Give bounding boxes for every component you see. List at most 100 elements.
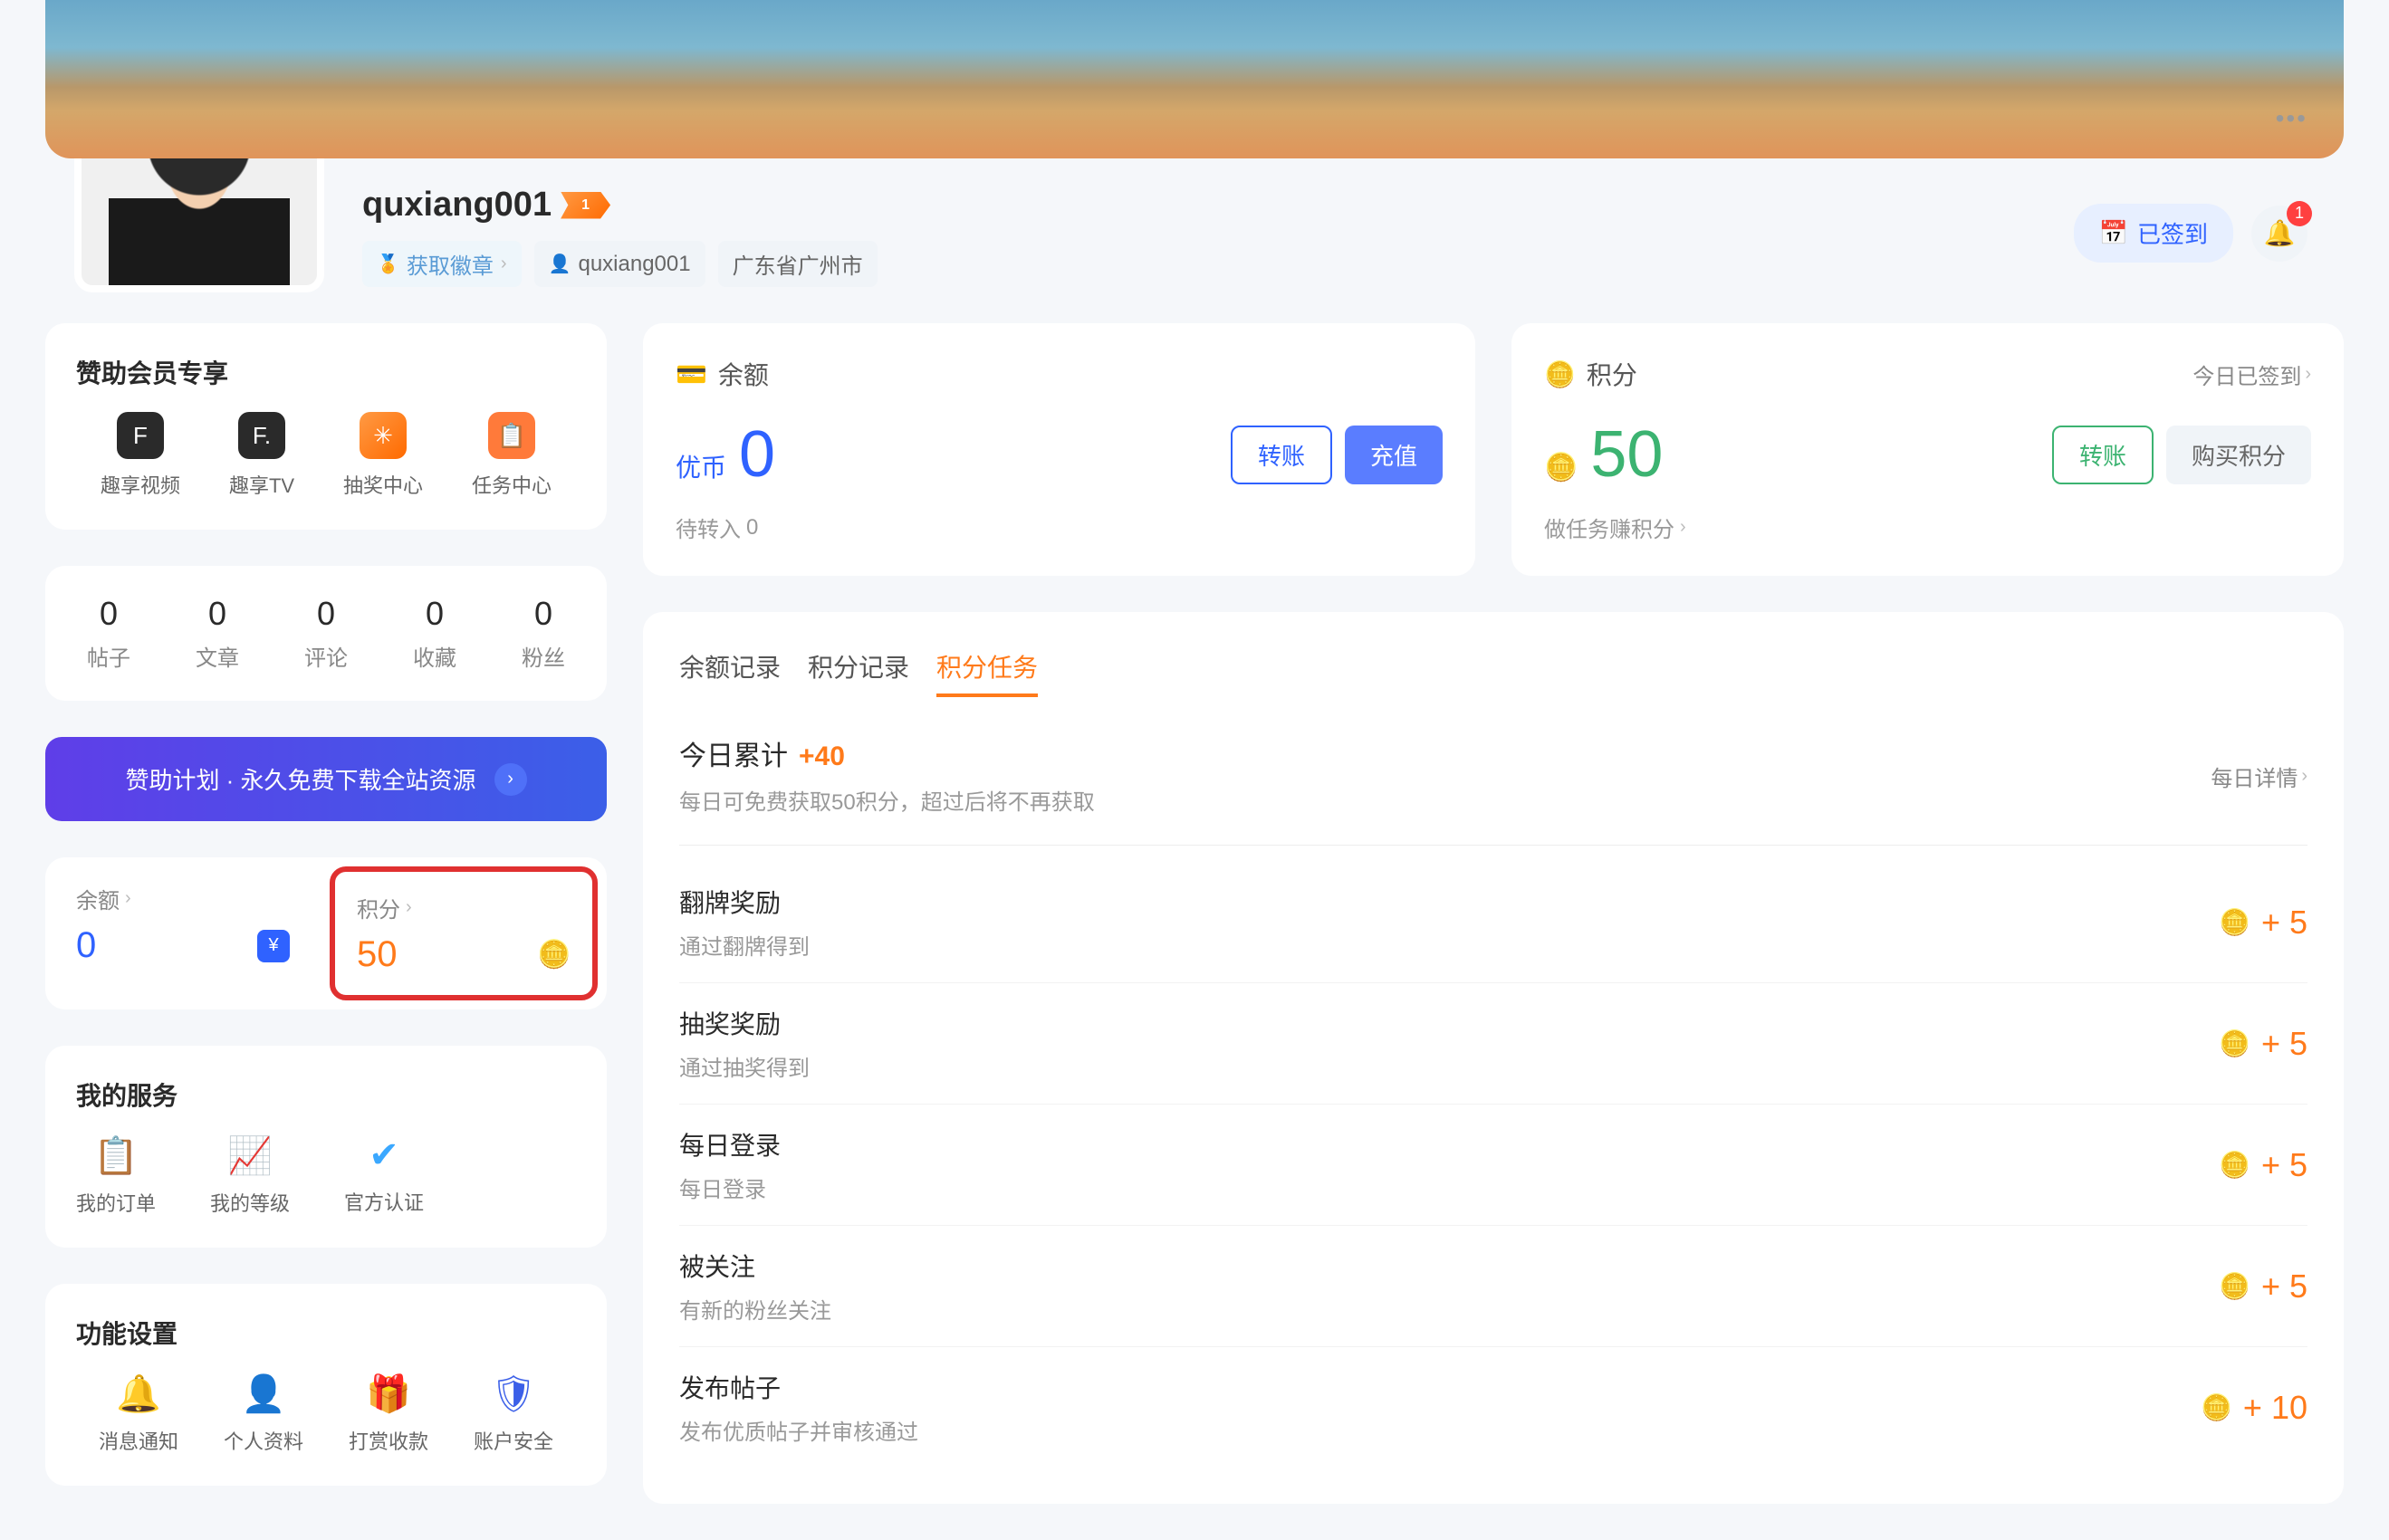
more-icon[interactable]: ••• <box>2276 104 2307 133</box>
stat-label: 文章 <box>196 640 239 672</box>
notifications-button[interactable]: 🔔 1 <box>2251 206 2307 262</box>
coins-icon: 🪙 <box>2201 1392 2232 1422</box>
chevron-right-icon: › <box>501 253 507 274</box>
chevron-right-icon: › <box>1680 517 1686 538</box>
wallet-icon: 💳 <box>676 359 707 389</box>
sponsor-banner-text: 赞助计划 · 永久免费下载全站资源 <box>125 762 475 796</box>
sponsor-item-label: 任务中心 <box>472 470 552 499</box>
setting-notifications[interactable]: 🔔 消息通知 <box>99 1373 178 1455</box>
balance-card: 💳 余额 优币 0 转账 充值 <box>643 323 1475 576</box>
daily-detail-link[interactable]: 每日详情 › <box>2211 733 2307 792</box>
lottery-icon: ✳ <box>360 412 407 459</box>
verified-icon: ✔ <box>369 1134 399 1176</box>
points-cell[interactable]: 积分 › 50 🪙 <box>330 866 598 1000</box>
settings-card: 功能设置 🔔 消息通知 👤 个人资料 🎁 打赏收款 � <box>45 1284 607 1486</box>
task-name: 翻牌奖励 <box>679 884 810 920</box>
sponsor-item-tasks[interactable]: 📋 任务中心 <box>472 412 552 499</box>
sponsor-exclusive-card: 赞助会员专享 F 趣享视频 F. 趣享TV ✳ 抽奖中心 � <box>45 323 607 530</box>
task-reward: 🪙 + 5 <box>2219 1146 2307 1184</box>
coin-stack-icon: 🪙 <box>1544 452 1578 483</box>
task-row: 被关注 有新的粉丝关注 🪙 + 5 <box>679 1226 2307 1347</box>
profile-icon: 👤 <box>241 1373 286 1415</box>
calendar-icon: 📅 <box>2099 219 2128 247</box>
chevron-right-icon: › <box>2301 766 2307 787</box>
stat-label: 评论 <box>304 640 348 672</box>
earn-points-label: 做任务赚积分 <box>1544 512 1674 543</box>
task-reward: 🪙 + 10 <box>2201 1389 2307 1427</box>
stat-followers[interactable]: 0 粉丝 <box>522 595 565 672</box>
task-summary-title: 今日累计 <box>679 733 788 773</box>
task-name: 每日登录 <box>679 1126 781 1162</box>
sponsor-item-video[interactable]: F 趣享视频 <box>101 412 180 499</box>
sponsor-item-tv[interactable]: F. 趣享TV <box>229 412 294 499</box>
pending-label: 待转入 <box>676 512 741 543</box>
tv-icon: F. <box>238 412 285 459</box>
balance-card-title: 余额 <box>718 356 769 392</box>
stat-favorites[interactable]: 0 收藏 <box>413 595 456 672</box>
tab-points-log[interactable]: 积分记录 <box>808 648 909 697</box>
balance-cell[interactable]: 余额 › 0 ¥ <box>45 857 321 1009</box>
location-tag: 广东省广州市 <box>718 241 878 287</box>
points-value: 50 <box>1590 417 1663 492</box>
arrow-right-icon: › <box>494 763 527 796</box>
user-icon: 👤 <box>549 253 571 275</box>
setting-label: 打赏收款 <box>349 1426 428 1455</box>
tab-points-tasks[interactable]: 积分任务 <box>936 648 1038 697</box>
buy-points-button[interactable]: 购买积分 <box>2166 426 2311 484</box>
task-reward-value: + 5 <box>2261 1267 2307 1306</box>
transfer-points-button[interactable]: 转账 <box>2052 426 2154 484</box>
task-name: 抽奖奖励 <box>679 1005 810 1041</box>
chevron-right-icon: › <box>125 888 131 909</box>
services-card: 我的服务 📋 我的订单 📈 我的等级 ✔ 官方认证 <box>45 1046 607 1248</box>
stat-posts[interactable]: 0 帖子 <box>87 595 130 672</box>
stat-value: 0 <box>100 595 118 633</box>
coins-icon: 🪙 <box>2219 1150 2250 1180</box>
task-summary-desc: 每日可免费获取50积分，超过后将不再获取 <box>679 784 1095 816</box>
transfer-button[interactable]: 转账 <box>1231 426 1332 484</box>
task-row: 发布帖子 发布优质帖子并审核通过 🪙 + 10 <box>679 1347 2307 1468</box>
checkin-label: 已签到 <box>2137 216 2208 250</box>
bell-icon: 🔔 <box>116 1373 161 1415</box>
task-desc: 发布优质帖子并审核通过 <box>679 1414 918 1446</box>
setting-security[interactable]: 🛡 账户安全 <box>474 1373 553 1455</box>
setting-profile[interactable]: 👤 个人资料 <box>224 1373 303 1455</box>
checkin-status-link[interactable]: 今日已签到 › <box>2192 359 2311 390</box>
earn-points-link[interactable]: 做任务赚积分 › <box>1544 512 2311 543</box>
service-label: 官方认证 <box>344 1187 424 1216</box>
level-badge-icon: 1 <box>561 192 610 219</box>
service-label: 我的订单 <box>76 1188 156 1217</box>
chart-icon: 📈 <box>227 1134 273 1177</box>
service-label: 我的等级 <box>210 1188 290 1217</box>
service-orders[interactable]: 📋 我的订单 <box>76 1134 156 1217</box>
tab-balance-log[interactable]: 余额记录 <box>679 648 781 697</box>
gift-icon: 🎁 <box>366 1373 411 1415</box>
stat-label: 帖子 <box>87 640 130 672</box>
points-card-title: 积分 <box>1587 356 1637 392</box>
task-row: 抽奖奖励 通过抽奖得到 🪙 + 5 <box>679 983 2307 1105</box>
sponsor-item-lottery[interactable]: ✳ 抽奖中心 <box>343 412 423 499</box>
task-reward-value: + 5 <box>2261 1146 2307 1184</box>
service-verified[interactable]: ✔ 官方认证 <box>344 1134 424 1217</box>
get-badge-tag[interactable]: 🏅 获取徽章 › <box>362 241 522 287</box>
task-reward: 🪙 + 5 <box>2219 904 2307 942</box>
task-desc: 通过抽奖得到 <box>679 1050 810 1082</box>
stat-comments[interactable]: 0 评论 <box>304 595 348 672</box>
task-reward: 🪙 + 5 <box>2219 1025 2307 1063</box>
stat-articles[interactable]: 0 文章 <box>196 595 239 672</box>
balance-points-card: 余额 › 0 ¥ 积分 › 50 🪙 <box>45 857 607 1009</box>
task-desc: 有新的粉丝关注 <box>679 1293 831 1325</box>
task-reward-value: + 5 <box>2261 1025 2307 1063</box>
sponsor-banner[interactable]: 赞助计划 · 永久免费下载全站资源 › <box>45 737 607 821</box>
checkin-button[interactable]: 📅 已签到 <box>2074 204 2233 263</box>
chevron-right-icon: › <box>406 897 412 918</box>
topup-button[interactable]: 充值 <box>1345 426 1443 484</box>
settings-title: 功能设置 <box>76 1315 576 1351</box>
sponsor-item-label: 趣享TV <box>229 470 294 499</box>
points-value: 50 <box>357 934 398 975</box>
task-desc: 每日登录 <box>679 1172 781 1203</box>
service-level[interactable]: 📈 我的等级 <box>210 1134 290 1217</box>
stat-value: 0 <box>426 595 444 633</box>
setting-tips[interactable]: 🎁 打赏收款 <box>349 1373 428 1455</box>
daily-detail-label: 每日详情 <box>2211 760 2298 792</box>
stat-label: 粉丝 <box>522 640 565 672</box>
